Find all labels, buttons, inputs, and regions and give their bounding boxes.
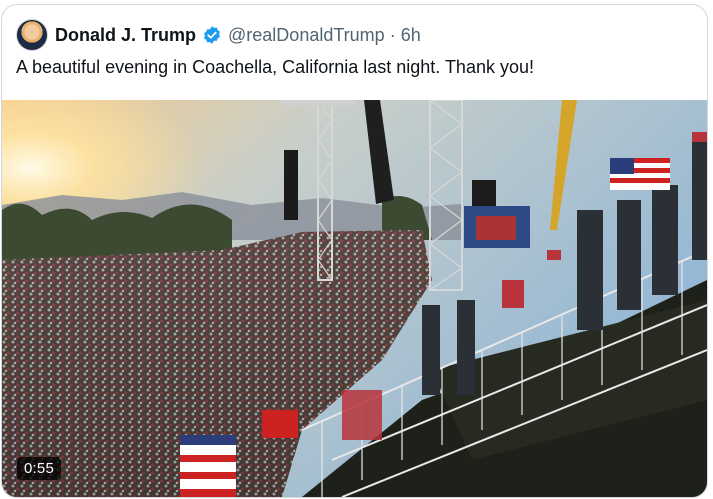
post-timestamp[interactable]: 6h bbox=[401, 25, 421, 46]
tweet-text: A beautiful evening in Coachella, Califo… bbox=[16, 57, 534, 77]
separator-dot: · bbox=[389, 24, 396, 45]
tweet-card[interactable]: Donald J. Trump @realDonaldTrump · 6h A … bbox=[1, 4, 708, 498]
author-handle[interactable]: @realDonaldTrump bbox=[228, 25, 385, 46]
video-player[interactable]: 0:55 bbox=[2, 100, 707, 497]
avatar[interactable] bbox=[16, 19, 48, 51]
verified-badge-icon bbox=[204, 26, 220, 44]
video-duration-badge: 0:55 bbox=[17, 457, 61, 480]
tweet-header: Donald J. Trump @realDonaldTrump · 6h bbox=[16, 19, 421, 51]
us-flag bbox=[610, 158, 670, 190]
author-name[interactable]: Donald J. Trump bbox=[55, 25, 196, 46]
video-thumbnail bbox=[2, 100, 707, 497]
